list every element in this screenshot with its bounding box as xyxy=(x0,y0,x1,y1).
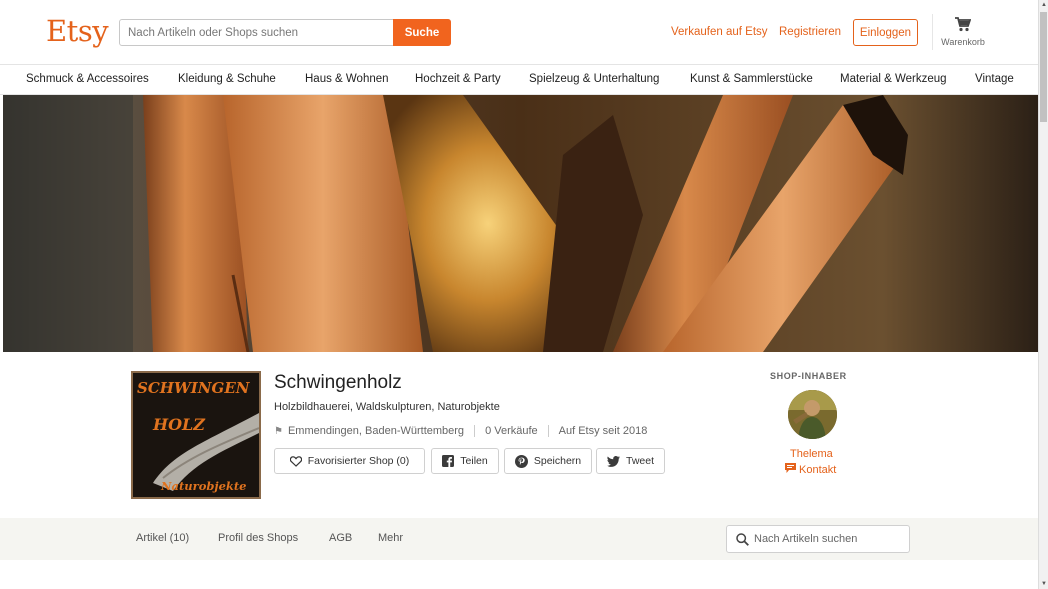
shop-owner-heading: SHOP-INHABER xyxy=(770,371,847,381)
shop-tagline: Holzbildhauerei, Waldskulpturen, Naturob… xyxy=(274,401,500,413)
shop-search xyxy=(726,525,910,553)
global-search: Suche xyxy=(119,19,451,46)
favorite-shop-button[interactable]: Favorisierter Shop (0) xyxy=(274,448,425,474)
pinterest-icon xyxy=(514,454,528,468)
owner-avatar[interactable] xyxy=(788,390,837,439)
tab-items[interactable]: Artikel (10) xyxy=(136,532,189,544)
cart-label: Warenkorb xyxy=(941,37,985,47)
shop-since: Auf Etsy seit 2018 xyxy=(558,425,648,437)
scroll-up-icon[interactable]: ▲ xyxy=(1040,0,1048,10)
contact-label: Kontakt xyxy=(799,463,837,476)
shop-logo-text-3: Naturobjekte xyxy=(161,479,247,493)
save-label: Speichern xyxy=(533,455,582,467)
category-home[interactable]: Haus & Wohnen xyxy=(305,73,389,85)
register-link[interactable]: Registrieren xyxy=(779,26,841,38)
site-header: Etsy Suche Verkaufen auf Etsy Registrier… xyxy=(0,0,1038,64)
shop-banner xyxy=(3,95,1038,352)
share-button[interactable]: Teilen xyxy=(431,448,499,474)
category-art[interactable]: Kunst & Sammlerstücke xyxy=(690,73,813,85)
etsy-logo[interactable]: Etsy xyxy=(46,14,109,48)
cart-button[interactable]: Warenkorb xyxy=(936,17,990,51)
category-nav: Schmuck & Accessoires Kleidung & Schuhe … xyxy=(0,64,1038,95)
tab-more[interactable]: Mehr xyxy=(378,532,403,544)
twitter-icon xyxy=(606,455,620,467)
category-supplies[interactable]: Material & Werkzeug xyxy=(840,73,947,85)
shop-search-input[interactable] xyxy=(754,526,904,552)
meta-divider xyxy=(547,425,549,437)
login-button[interactable]: Einloggen xyxy=(853,19,918,46)
shop-logo[interactable]: SCHWINGEN HOLZ Naturobjekte xyxy=(131,371,261,499)
shop-location: Emmendingen, Baden-Württemberg xyxy=(287,425,465,437)
share-label: Teilen xyxy=(460,455,488,467)
save-pinterest-button[interactable]: Speichern xyxy=(504,448,592,474)
shop-name: Schwingenholz xyxy=(274,372,402,393)
category-vintage[interactable]: Vintage xyxy=(975,73,1014,85)
category-toys[interactable]: Spielzeug & Unterhaltung xyxy=(529,73,659,85)
header-divider xyxy=(932,14,933,50)
meta-divider xyxy=(474,425,476,437)
heart-icon xyxy=(289,455,302,467)
scrollbar-thumb[interactable] xyxy=(1040,12,1047,122)
shop-tabs-bar: Artikel (10) Profil des Shops AGB Mehr xyxy=(0,518,1038,560)
search-icon xyxy=(736,533,749,551)
shop-meta: ⚑ Emmendingen, Baden-Württemberg 0 Verkä… xyxy=(274,425,647,437)
favorite-shop-label: Favorisierter Shop (0) xyxy=(307,455,410,467)
contact-owner-link[interactable]: Kontakt xyxy=(785,463,836,476)
owner-avatar-image xyxy=(788,390,837,439)
tweet-button[interactable]: Tweet xyxy=(596,448,665,474)
page-scrollbar[interactable]: ▲ ▼ xyxy=(1038,0,1048,589)
shop-logo-text-1: SCHWINGEN xyxy=(137,379,250,397)
owner-name[interactable]: Thelema xyxy=(790,448,833,460)
category-clothing[interactable]: Kleidung & Schuhe xyxy=(178,73,276,85)
shop-logo-text-2: HOLZ xyxy=(153,415,205,434)
global-search-input[interactable] xyxy=(120,20,395,45)
tab-policies[interactable]: AGB xyxy=(329,532,352,544)
facebook-icon xyxy=(442,455,455,467)
search-button[interactable]: Suche xyxy=(393,19,451,46)
tweet-label: Tweet xyxy=(625,455,654,467)
message-icon xyxy=(785,463,796,476)
shop-sales[interactable]: 0 Verkäufe xyxy=(485,425,538,437)
category-wedding[interactable]: Hochzeit & Party xyxy=(415,73,501,85)
sell-on-etsy-link[interactable]: Verkaufen auf Etsy xyxy=(671,26,768,38)
location-pin-icon: ⚑ xyxy=(274,425,283,437)
cart-icon xyxy=(955,17,971,32)
scroll-down-icon[interactable]: ▼ xyxy=(1040,579,1048,589)
banner-image xyxy=(3,95,1038,352)
tab-shop-profile[interactable]: Profil des Shops xyxy=(218,532,298,544)
category-jewelry[interactable]: Schmuck & Accessoires xyxy=(26,73,149,85)
